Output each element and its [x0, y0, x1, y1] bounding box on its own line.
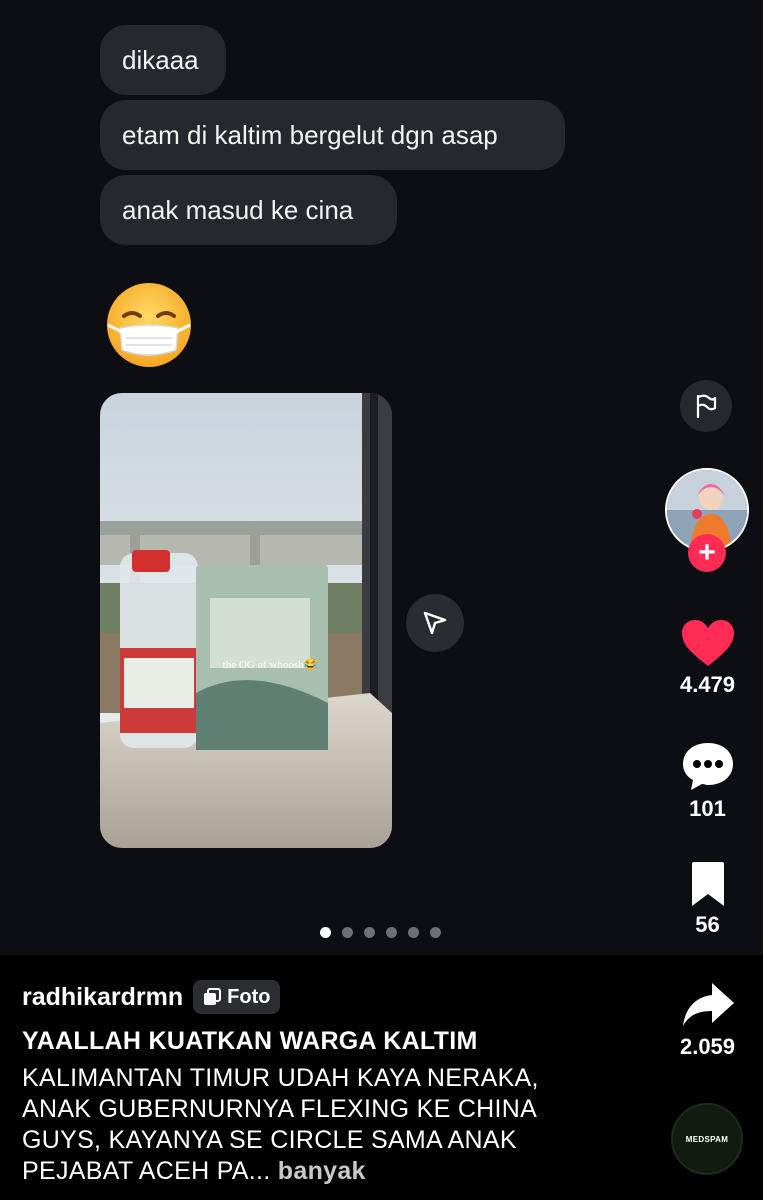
- author-row: radhikardrmn Foto: [22, 980, 281, 1014]
- share-control[interactable]: 2.059: [660, 980, 755, 1060]
- like-count: 4.479: [679, 672, 736, 697]
- comment-icon: [682, 743, 733, 790]
- save-count: 56: [695, 912, 720, 937]
- message-text: anak masud ke cina: [122, 194, 354, 225]
- chat-bubble: dikaaa: [100, 25, 226, 95]
- flag-icon: [696, 394, 717, 419]
- music-disc[interactable]: MEDSPAM: [671, 1103, 743, 1175]
- chat-bubble: etam di kaltim bergelut dgn asap: [100, 100, 565, 170]
- post-description[interactable]: KALIMANTAN TIMUR UDAH KAYA NERAKA, ANAK …: [22, 1063, 592, 1187]
- music-label: MEDSPAM: [685, 1134, 729, 1144]
- report-button[interactable]: [680, 380, 732, 432]
- photo-overlay-text: the OG of whoosh😂: [223, 658, 318, 671]
- post-title: YAALLAH KUATKAN WARGA KALTIM: [22, 1027, 478, 1055]
- comment-control[interactable]: 101: [660, 740, 755, 822]
- share-count: 2.059: [679, 1034, 736, 1059]
- plus-icon: +: [698, 536, 716, 569]
- carousel-dot[interactable]: [364, 927, 375, 938]
- username[interactable]: radhikardrmn: [22, 983, 183, 1012]
- send-icon: [423, 611, 447, 635]
- heart-icon: [681, 620, 734, 666]
- carousel-dot[interactable]: [320, 927, 331, 938]
- carousel-dot[interactable]: [342, 927, 353, 938]
- carousel-indicator: [0, 925, 763, 939]
- photo-stack-icon: [204, 988, 222, 1005]
- chat-screenshot-area: dikaaa etam di kaltim bergelut dgn asap …: [0, 0, 763, 955]
- like-control[interactable]: 4.479: [660, 618, 755, 698]
- carousel-dot[interactable]: [408, 927, 419, 938]
- shared-photo[interactable]: the OG of whoosh😂: [100, 393, 392, 848]
- mask-face-emoji-icon: [107, 283, 191, 367]
- message-text: etam di kaltim bergelut dgn asap: [122, 119, 498, 150]
- photo-badge: Foto: [193, 980, 281, 1014]
- see-more-link[interactable]: banyak: [278, 1157, 366, 1185]
- comment-count: 101: [689, 796, 726, 821]
- follow-button[interactable]: +: [688, 534, 726, 572]
- message-text: dikaaa: [122, 44, 199, 75]
- carousel-dot[interactable]: [386, 927, 397, 938]
- caption-panel: radhikardrmn Foto YAALLAH KUATKAN WARGA …: [0, 955, 763, 1200]
- carousel-dot[interactable]: [430, 927, 441, 938]
- chat-bubble: anak masud ke cina: [100, 175, 397, 245]
- save-control[interactable]: 56: [660, 860, 755, 938]
- bookmark-icon: [691, 862, 724, 906]
- photo-badge-label: Foto: [227, 985, 271, 1008]
- share-photo-button[interactable]: [406, 594, 464, 652]
- share-arrow-icon: [682, 983, 734, 1026]
